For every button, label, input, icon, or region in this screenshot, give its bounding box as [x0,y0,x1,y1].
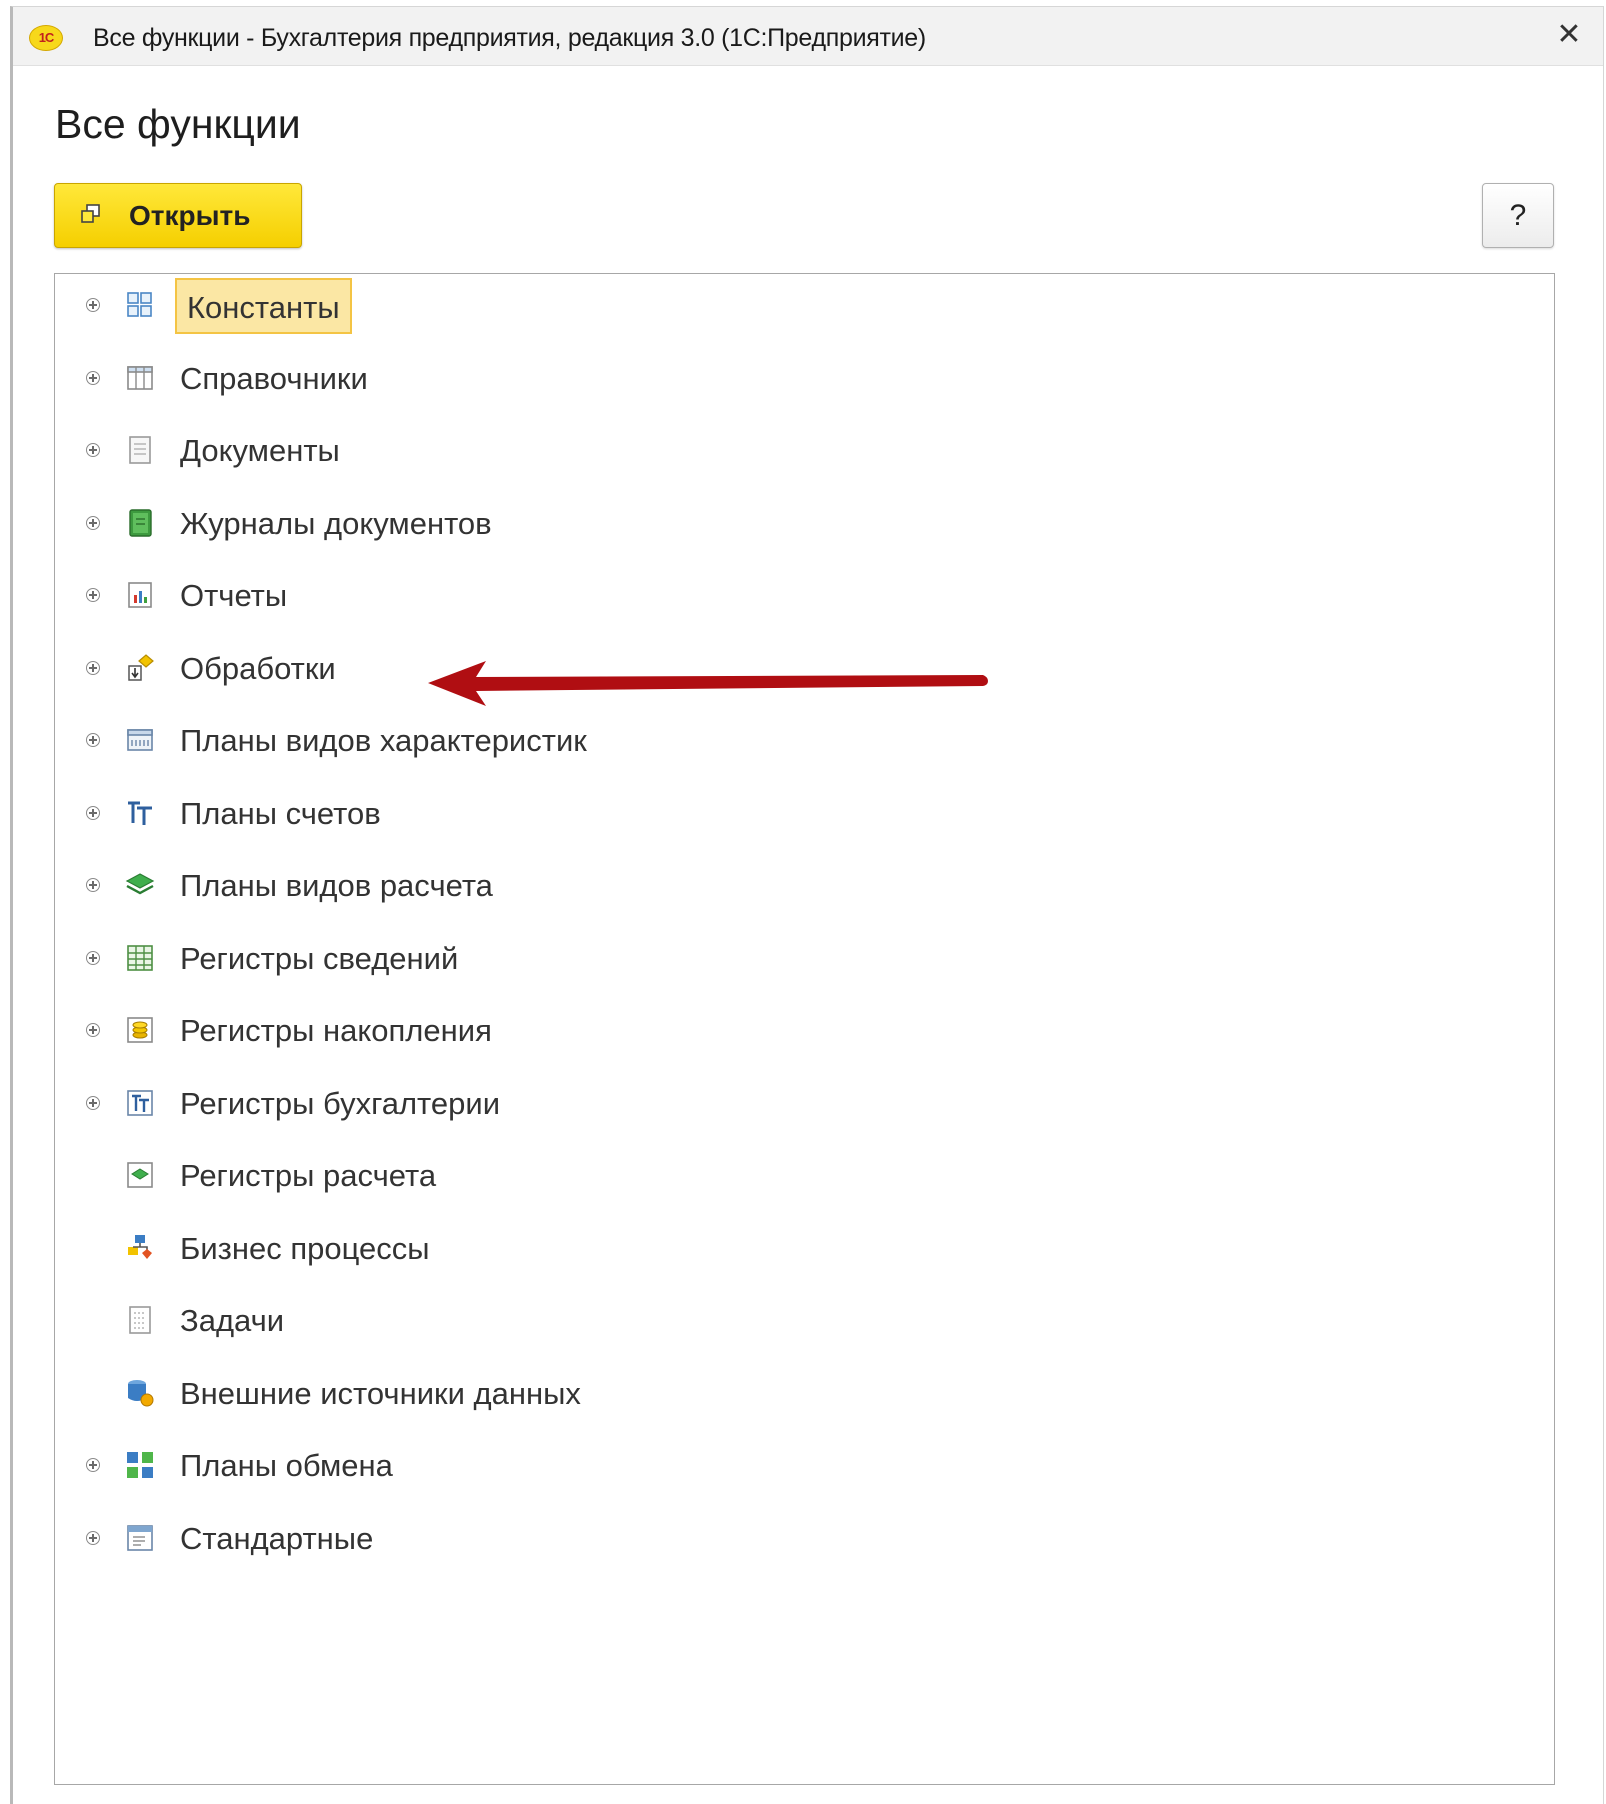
exchange-plans-icon [125,1450,155,1480]
window-title: Все функции - Бухгалтерия предприятия, р… [93,24,926,52]
tree-item-label: Планы видов характеристик [180,723,587,758]
expand-icon[interactable] [86,878,100,892]
tree-item[interactable]: Регистры бухгалтерии [55,1076,1554,1132]
catalogs-icon [125,363,155,393]
tree-item-label: Планы счетов [180,796,381,831]
close-button[interactable]: ✕ [1555,20,1583,50]
tree-item[interactable]: Стандартные [55,1511,1554,1567]
business-processes-icon [125,1233,155,1263]
tree-item[interactable]: Регистры расчета [55,1148,1554,1204]
tree-item[interactable]: Планы видов характеристик [55,713,1554,769]
tasks-icon [125,1305,155,1335]
tree-item[interactable]: Константы [55,278,1554,334]
expand-icon[interactable] [86,588,100,602]
expand-icon[interactable] [86,1458,100,1472]
expand-icon[interactable] [86,298,100,312]
tree-item[interactable]: Планы видов расчета [55,858,1554,914]
app-logo-icon: 1С [29,25,63,51]
open-window-icon [81,204,100,223]
tree-item-label: Документы [180,433,340,468]
standard-icon [125,1523,155,1553]
tree-item-label: Справочники [180,361,368,396]
accounting-registers-icon [125,1088,155,1118]
tree-item-label: Стандартные [180,1521,374,1556]
tree-item-label: Регистры бухгалтерии [180,1086,501,1121]
data-processors-icon [125,653,155,683]
expand-icon[interactable] [86,443,100,457]
information-registers-icon [125,943,155,973]
characteristic-types-icon [125,725,155,755]
expand-icon[interactable] [86,733,100,747]
external-data-sources-icon [125,1378,155,1408]
expand-icon[interactable] [86,371,100,385]
tree-item-label: Бизнес процессы [180,1231,430,1266]
expand-icon[interactable] [86,1531,100,1545]
tree-item[interactable]: Отчеты [55,568,1554,624]
calculation-registers-icon [125,1160,155,1190]
tree-item[interactable]: Планы счетов [55,786,1554,842]
charts-of-accounts-icon [125,798,155,828]
help-button[interactable]: ? [1482,183,1554,248]
reports-icon [125,580,155,610]
open-button-label: Открыть [129,200,251,231]
tree-item-label: Внешние источники данных [180,1376,581,1411]
tree-item-label: Константы [175,278,352,334]
tree-item-label: Планы видов расчета [180,868,493,903]
expand-icon[interactable] [86,516,100,530]
tree-item-label: Задачи [180,1303,285,1338]
functions-tree[interactable]: Константы Справочники Документы Журналы док… [54,273,1555,1785]
calculation-types-icon [125,870,155,900]
expand-icon[interactable] [86,806,100,820]
tree-item-label: Журналы документов [180,506,492,541]
page-title: Все функции [55,101,301,147]
documents-icon [125,435,155,465]
expand-icon[interactable] [86,661,100,675]
tree-item[interactable]: Внешние источники данных [55,1366,1554,1422]
tree-item[interactable]: Регистры накопления [55,1003,1554,1059]
annotation-arrow [428,661,988,706]
expand-icon[interactable] [86,951,100,965]
tree-item-label: Отчеты [180,578,288,613]
document-journals-icon [125,508,155,538]
tree-item-label: Регистры расчета [180,1158,437,1193]
tree-item[interactable]: Планы обмена [55,1438,1554,1494]
tree-item-label: Обработки [180,651,336,686]
tree-item-label: Планы обмена [180,1448,393,1483]
expand-icon[interactable] [86,1096,100,1110]
tree-item[interactable]: Бизнес процессы [55,1221,1554,1277]
tree-item[interactable]: Журналы документов [55,496,1554,552]
tree-item[interactable]: Задачи [55,1293,1554,1349]
expand-icon[interactable] [86,1023,100,1037]
app-window: 1С Все функции - Бухгалтерия предприятия… [10,6,1604,1804]
tree-item-label: Регистры накопления [180,1013,492,1048]
tree-item-label: Регистры сведений [180,941,459,976]
constants-icon [125,290,155,320]
tree-item[interactable]: Справочники [55,351,1554,407]
open-button[interactable]: Открыть [54,183,302,248]
tree-item[interactable]: Регистры сведений [55,931,1554,987]
tree-item[interactable]: Документы [55,423,1554,479]
accumulation-registers-icon [125,1015,155,1045]
title-bar: 1С Все функции - Бухгалтерия предприятия… [13,7,1603,66]
